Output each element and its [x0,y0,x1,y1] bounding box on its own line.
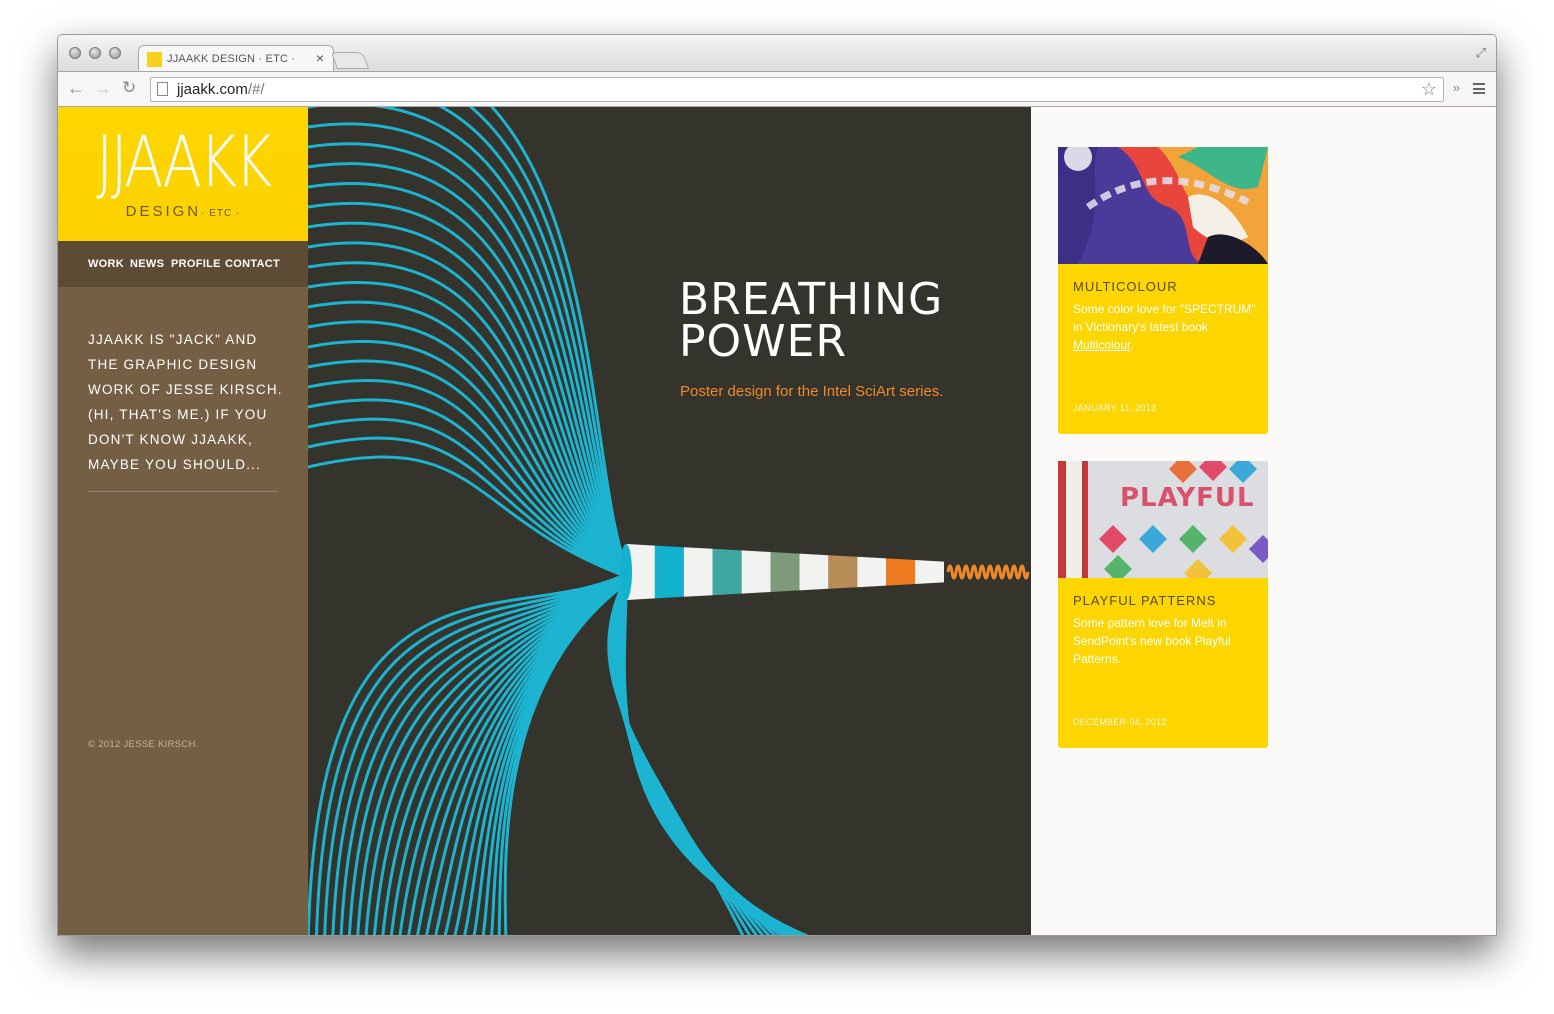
minimize-window-button[interactable] [89,47,101,59]
intro-line: THE GRAPHIC DESIGN [88,357,258,372]
zoom-window-button[interactable] [109,47,121,59]
new-tab-button[interactable] [330,52,370,69]
nav-profile[interactable]: PROFILE [171,258,221,270]
back-arrow-icon[interactable]: ← [67,78,85,99]
reload-icon[interactable]: ↻ [122,78,136,98]
logo-subtitle: DESIGN· ETC · [58,203,308,220]
news-title: MULTICOLOUR [1073,279,1178,294]
tab-title: JJAAKK DESIGN · ETC · [167,53,296,65]
sidebar: JJAAKK DESIGN· ETC · WORK NEWS PROFILE C… [58,107,316,935]
browser-window: JJAAKK DESIGN · ETC · × ⤢ ← → ↻ jjaakk.c… [57,34,1497,936]
news-date: JANUARY 11, 2013 [1073,403,1157,413]
intro-line: MAYBE YOU SHOULD... [88,457,262,472]
address-bar[interactable]: jjaakk.com/#/ ☆ [150,77,1444,102]
logo-design: DESIGN [125,203,202,220]
news-thumbnail: PLAYFUL [1058,461,1268,578]
favicon-icon [147,52,162,67]
hero-title-line: BREATHING [679,274,944,325]
browser-toolbar: ← → ↻ jjaakk.com/#/ ☆ » [58,71,1496,107]
logo-wordmark: JJAAKK [96,121,272,203]
fullscreen-icon[interactable]: ⤢ [1476,45,1486,61]
nav-contact[interactable]: CONTACT [225,258,280,270]
hero-subtitle: Poster design for the Intel SciArt serie… [680,383,944,400]
nav-work[interactable]: WORK [88,258,124,270]
page-viewport: JJAAKK DESIGN· ETC · WORK NEWS PROFILE C… [58,107,1496,935]
news-text-end: . [1130,338,1134,352]
close-window-button[interactable] [69,47,81,59]
url-domain: jjaakk.com [177,81,248,98]
news-date: DECEMBER 04, 2012 [1073,717,1167,727]
intro-line: JJAAKK IS "JACK" AND [88,332,258,347]
browser-tab[interactable]: JJAAKK DESIGN · ETC · × [138,45,334,72]
logo[interactable]: JJAAKK DESIGN· ETC · [58,107,316,241]
main-nav: WORK NEWS PROFILE CONTACT [58,241,308,287]
menu-icon[interactable] [1473,83,1485,94]
news-card-playful-patterns[interactable]: PLAYFUL PLAYFUL PATTERNS Some pattern lo… [1058,461,1268,748]
news-text: Some color love for "SPECTRUM" in Victio… [1073,300,1258,354]
close-tab-icon[interactable]: × [316,50,324,66]
news-text: Some pattern love for Melt in SendPoint'… [1073,616,1231,666]
hero-feature[interactable]: BREATHING POWER Poster design for the In… [308,107,1031,935]
divider [88,491,278,492]
url-path: /#/ [247,81,265,98]
copyright: © 2012 JESSE KIRSCH. [88,739,199,750]
hero-title: BREATHING POWER [679,274,999,367]
logo-etc: · ETC · [201,208,241,219]
thumbnail-caption: PLAYFUL [1120,483,1255,513]
news-text-body: Some color love for "SPECTRUM" in Victio… [1073,302,1256,334]
url-text[interactable]: jjaakk.com/#/ [177,81,265,98]
forward-arrow-icon[interactable]: → [94,78,112,99]
news-thumbnail [1058,147,1268,264]
intro-line: WORK OF JESSE KIRSCH. [88,382,283,397]
intro-text: JJAAKK IS "JACK" AND THE GRAPHIC DESIGN … [88,327,288,477]
news-link[interactable]: Multicolour [1073,338,1130,352]
hero-title-line: POWER [679,316,848,367]
tab-bar: JJAAKK DESIGN · ETC · × ⤢ [58,35,1496,72]
intro-line: (HI, THAT'S ME.) IF YOU [88,407,268,422]
nav-news[interactable]: NEWS [130,258,164,270]
bookmark-star-icon[interactable]: ☆ [1421,79,1437,100]
breathing-power-poster-art [308,107,1030,935]
extensions-chevron-icon[interactable]: » [1453,80,1460,95]
intro-line: DON'T KNOW JJAAKK, [88,432,253,447]
news-title: PLAYFUL PATTERNS [1073,593,1217,608]
news-card-multicolour[interactable]: MULTICOLOUR Some color love for "SPECTRU… [1058,147,1268,434]
page-icon [157,82,168,96]
